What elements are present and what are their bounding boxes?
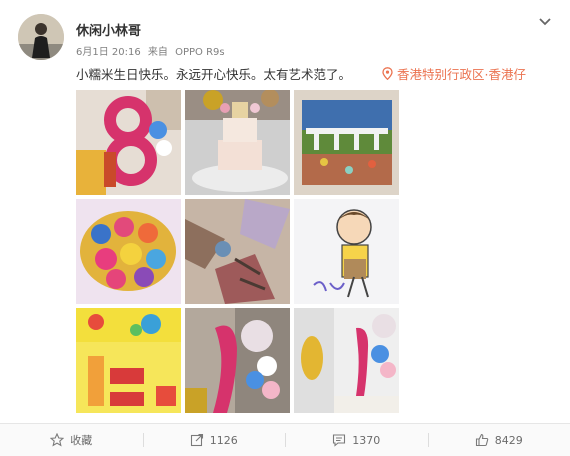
photo-balloons[interactable]: [185, 308, 290, 413]
avatar[interactable]: [18, 14, 64, 60]
photo-bridge-painting[interactable]: [294, 90, 399, 195]
photo-card-drawing[interactable]: [76, 308, 181, 413]
photo-grid: [76, 90, 399, 413]
source-prefix: 来自: [148, 47, 168, 58]
comment-count: 1370: [352, 434, 380, 447]
repost-icon: [190, 433, 204, 447]
comment-button[interactable]: 1370: [285, 424, 428, 456]
device-source[interactable]: OPPO R9s: [175, 47, 225, 58]
photo-abstract-art[interactable]: [185, 199, 290, 304]
post-text: 小糯米生日快乐。永远开心快乐。太有艺术范了。: [76, 64, 351, 83]
repost-button[interactable]: 1126: [143, 424, 286, 456]
repost-count: 1126: [210, 434, 238, 447]
username[interactable]: 休闲小林哥: [76, 20, 141, 39]
location-name: 香港特别行政区·香港仔: [397, 64, 526, 83]
post-date[interactable]: 6月1日 20:16: [76, 47, 141, 58]
chevron-down-icon[interactable]: [535, 14, 555, 30]
photo-birthday-cake[interactable]: [185, 90, 290, 195]
comment-icon: [332, 433, 346, 447]
thumbs-up-icon: [475, 433, 489, 447]
action-bar: 收藏 1126 1370 8429: [0, 423, 570, 456]
post-meta: 6月1日 20:16 来自 OPPO R9s: [76, 43, 229, 58]
favorite-label: 收藏: [70, 432, 92, 448]
photo-balloon-display[interactable]: [294, 308, 399, 413]
like-button[interactable]: 8429: [428, 424, 570, 456]
photo-number-8-balloon[interactable]: [76, 90, 181, 195]
favorite-button[interactable]: 收藏: [0, 424, 143, 456]
star-icon: [50, 433, 64, 447]
like-count: 8429: [495, 434, 523, 447]
photo-cartoon-drawing[interactable]: [294, 199, 399, 304]
location-link[interactable]: 香港特别行政区·香港仔: [382, 64, 526, 83]
weibo-post-card: 休闲小林哥 6月1日 20:16 来自 OPPO R9s 小糯米生日快乐。永远开…: [0, 0, 570, 455]
location-pin-icon: [382, 67, 393, 80]
photo-flower-collage[interactable]: [76, 199, 181, 304]
